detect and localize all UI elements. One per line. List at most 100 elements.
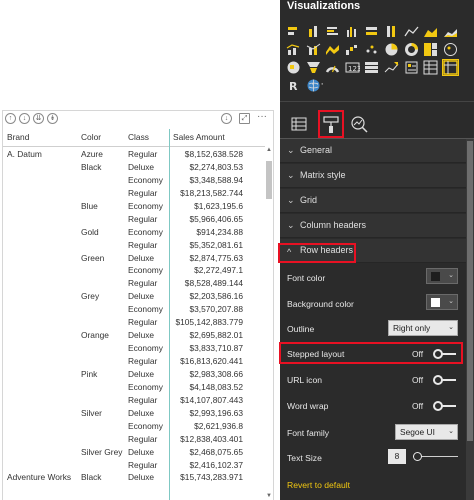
scatter-icon[interactable] (364, 42, 379, 57)
focus-mode-icon[interactable]: ⤢ (239, 113, 250, 124)
header-brand[interactable]: Brand (7, 132, 29, 142)
clustered-bar-icon[interactable] (325, 24, 340, 39)
row-class: Deluxe (128, 472, 155, 483)
table-row[interactable]: Silver Deluxe $2,993,196.63 (3, 406, 265, 419)
stacked-area-icon[interactable] (443, 24, 458, 39)
table-row[interactable]: Economy $3,348,588.94 (3, 173, 265, 186)
font-color-picker[interactable]: ⌄ (426, 268, 458, 284)
multirow-card-icon[interactable] (364, 60, 379, 75)
more-options-icon[interactable]: ··· (257, 111, 267, 122)
table-row[interactable]: Regular $5,966,406.65 (3, 212, 265, 225)
table-row[interactable]: Regular $105,142,883.779 (3, 315, 265, 328)
pane-scrollbar[interactable] (466, 139, 474, 500)
row-sales-amount: $14,107,807.443 (180, 394, 243, 405)
background-color-picker[interactable]: ⌄ (426, 294, 458, 310)
section-matrix-style[interactable]: ⌄ Matrix style (280, 164, 466, 188)
donut-icon[interactable] (404, 42, 419, 57)
table-row[interactable]: Economy $2,621,936.8 (3, 419, 265, 432)
slicer-icon[interactable] (404, 60, 419, 75)
table-row[interactable]: Economy $2,272,497.1 (3, 263, 265, 276)
line-clustered-icon[interactable] (306, 42, 321, 57)
outline-dropdown[interactable]: Right only ⌄ (388, 320, 458, 336)
line-icon[interactable] (404, 24, 419, 39)
pane-scroll-thumb[interactable] (467, 141, 473, 441)
drill-down-icon[interactable]: ↡ (47, 113, 58, 124)
table-row[interactable]: Green Deluxe $2,874,775.63 (3, 251, 265, 264)
table-row[interactable]: Regular $12,838,403.401 (3, 432, 265, 445)
table-row[interactable]: Black Deluxe $2,274,803.53 (3, 160, 265, 173)
down-arrow-icon[interactable]: ↓ (221, 113, 232, 124)
format-roller-icon[interactable] (318, 110, 344, 138)
revert-to-default-link[interactable]: Revert to default (287, 480, 350, 490)
scroll-up-icon[interactable]: ▲ (265, 147, 273, 155)
chevron-down-icon: ⌄ (287, 220, 295, 230)
scroll-thumb[interactable] (266, 161, 272, 199)
table-icon[interactable] (423, 60, 438, 75)
drill-up-icon[interactable]: ↑ (5, 113, 16, 124)
table-row[interactable]: Regular $2,416,102.37 (3, 458, 265, 471)
table-row[interactable]: Economy $4,148,083.52 (3, 380, 265, 393)
table-row[interactable]: Regular $18,213,582.744 (3, 186, 265, 199)
header-class[interactable]: Class (128, 132, 149, 142)
table-row[interactable]: Orange Deluxe $2,695,882.01 (3, 328, 265, 341)
table-row[interactable]: Gold Economy $914,234.88 (3, 225, 265, 238)
matrix-icon[interactable] (441, 59, 459, 76)
font-family-dropdown[interactable]: Segoe UI ⌄ (395, 424, 458, 440)
table-row[interactable]: Regular $14,107,807.443 (3, 393, 265, 406)
table-row[interactable]: Silver Grey Deluxe $2,468,075.65 (3, 445, 265, 458)
filled-map-icon[interactable] (286, 60, 301, 75)
table-row[interactable]: A. Datum Azure Regular $8,152,638.528 (3, 147, 265, 160)
header-color[interactable]: Color (81, 132, 101, 142)
r-visual-icon[interactable]: R (286, 78, 301, 93)
table-row[interactable]: Regular $8,528,489.144 (3, 276, 265, 289)
background-color-swatch (431, 298, 440, 307)
more-visuals-icon[interactable]: ··· (311, 78, 325, 90)
row-class: Deluxe (128, 330, 155, 341)
kpi-icon[interactable] (384, 60, 399, 75)
table-row[interactable]: Adventure Works Black Deluxe $15,743,283.97… (3, 470, 265, 483)
word-wrap-label: Word wrap (287, 401, 329, 411)
table-row[interactable]: Economy $3,833,710.87 (3, 341, 265, 354)
area-icon[interactable] (423, 24, 438, 39)
table-row[interactable]: Regular $16,813,620.441 (3, 354, 265, 367)
clustered-column-icon[interactable] (345, 24, 360, 39)
matrix-header-row: Brand Color Class Sales Amount (3, 129, 265, 147)
waterfall-icon[interactable] (345, 42, 360, 57)
text-size-slider[interactable] (413, 452, 458, 462)
row-class: Deluxe (128, 161, 155, 172)
row-sales-amount: $12,838,403.401 (180, 433, 243, 444)
stacked-column-icon[interactable] (306, 24, 321, 39)
url-icon-toggle[interactable] (433, 375, 457, 385)
line-column-icon[interactable] (286, 42, 301, 57)
fields-icon[interactable] (286, 110, 312, 138)
expand-all-icon[interactable]: ⇊ (33, 113, 44, 124)
100-column-icon[interactable] (384, 24, 399, 39)
font-family-label: Font family (287, 428, 330, 438)
drill-mode-icon[interactable]: ↓ (19, 113, 30, 124)
section-column-headers[interactable]: ⌄ Column headers (280, 214, 466, 238)
table-row[interactable]: Blue Economy $1,623,195.6 (3, 199, 265, 212)
pie-icon[interactable] (384, 42, 399, 57)
card-icon[interactable]: 123 (345, 60, 360, 75)
table-row[interactable]: Regular $5,352,081.61 (3, 238, 265, 251)
map-icon[interactable] (443, 42, 458, 57)
table-row[interactable]: Economy $3,570,207.88 (3, 302, 265, 315)
table-row[interactable]: Grey Deluxe $2,203,586.16 (3, 289, 265, 302)
text-size-input[interactable]: 8 (388, 449, 406, 464)
header-sales-amount[interactable]: Sales Amount (173, 132, 249, 142)
matrix-visual[interactable]: ↑ ↓ ⇊ ↡ ↓ ⤢ ··· Brand Color Class Sales … (2, 110, 274, 500)
funnel-icon[interactable] (306, 60, 321, 75)
scroll-down-icon[interactable]: ▼ (265, 493, 273, 500)
ribbon-icon[interactable] (325, 42, 340, 57)
treemap-icon[interactable] (423, 42, 438, 57)
stacked-bar-icon[interactable] (286, 24, 301, 39)
gauge-icon[interactable] (325, 60, 340, 75)
word-wrap-toggle[interactable] (433, 401, 457, 411)
matrix-scrollbar[interactable]: ▲ ▼ (265, 147, 273, 500)
section-general[interactable]: ⌄ General (280, 139, 466, 163)
analytics-icon[interactable] (346, 110, 372, 138)
section-grid[interactable]: ⌄ Grid (280, 189, 466, 213)
100-bar-icon[interactable] (364, 24, 379, 39)
table-row[interactable]: Pink Deluxe $2,983,308.66 (3, 367, 265, 380)
row-class: Regular (128, 433, 158, 444)
